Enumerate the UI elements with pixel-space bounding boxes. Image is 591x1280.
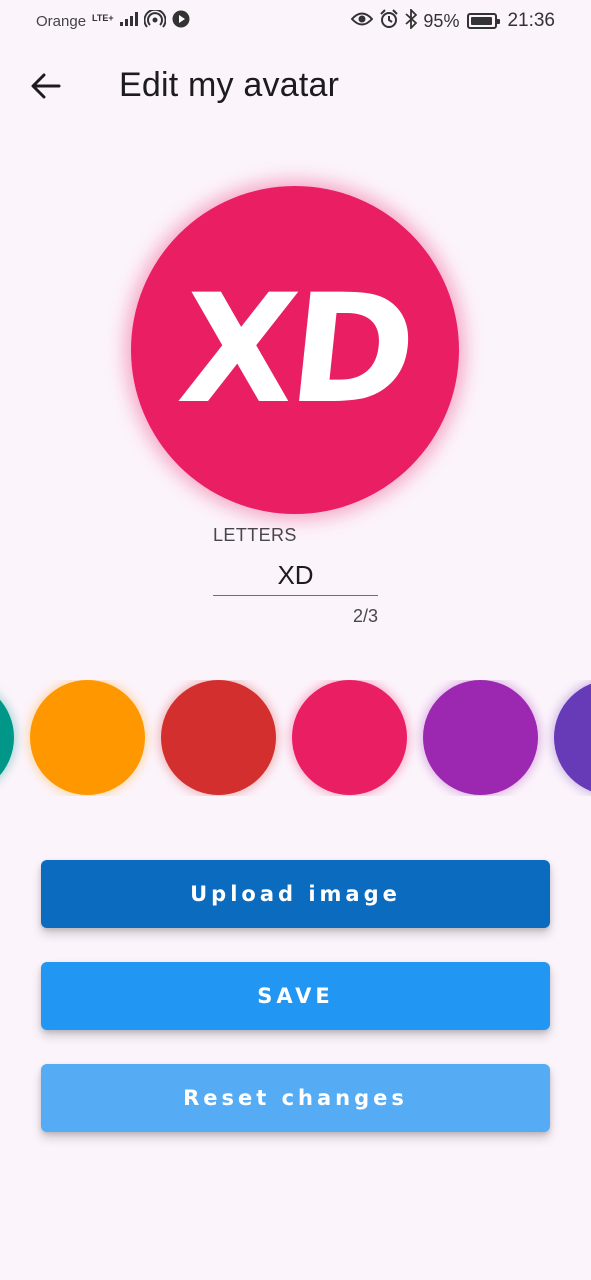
color-swatch-teal[interactable]: [0, 680, 14, 795]
play-icon: [172, 10, 190, 33]
hotspot-icon: [143, 8, 167, 33]
clock: 21:36: [507, 10, 555, 31]
page-title: Edit my avatar: [119, 66, 340, 104]
color-picker-row: [0, 680, 591, 796]
bluetooth-icon: [405, 7, 418, 34]
app-bar: Edit my avatar: [0, 50, 591, 126]
upload-image-button[interactable]: Upload image: [41, 860, 550, 928]
letters-field: LETTERS 2/3: [213, 525, 378, 627]
alarm-icon: [379, 8, 399, 34]
letters-field-label: LETTERS: [213, 525, 297, 545]
status-bar: Orange LTE+ 95% 21:36: [0, 0, 591, 42]
reset-changes-button[interactable]: Reset changes: [41, 1064, 550, 1132]
color-swatch-pink[interactable]: [292, 680, 407, 795]
status-left: Orange LTE+: [36, 8, 190, 33]
signal-icon: [119, 11, 138, 31]
battery-fill: [471, 17, 493, 25]
color-swatch-deep-purple[interactable]: [554, 680, 591, 795]
network-type: LTE+: [92, 12, 114, 23]
color-swatch-red[interactable]: [161, 680, 276, 795]
battery-icon: [467, 13, 501, 29]
back-button[interactable]: [22, 64, 70, 112]
status-right: 95% 21:36: [351, 7, 555, 34]
save-button[interactable]: SAVE: [41, 962, 550, 1030]
color-swatch-orange[interactable]: [30, 680, 145, 795]
arrow-back-icon: [31, 73, 61, 104]
avatar-preview: XD: [131, 186, 459, 514]
character-counter: 2/3: [352, 606, 378, 626]
carrier-name: Orange: [36, 12, 87, 30]
avatar-letters: XD: [171, 263, 419, 437]
letters-input[interactable]: [213, 556, 378, 596]
color-swatch-purple[interactable]: [423, 680, 538, 795]
eye-icon: [351, 11, 374, 32]
battery-percent: 95%: [423, 10, 460, 31]
